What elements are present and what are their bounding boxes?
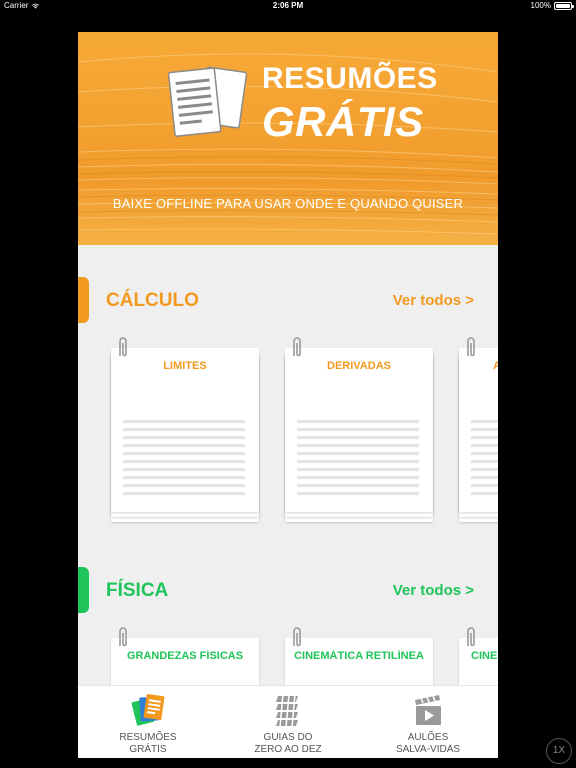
section-accent-bar (78, 277, 89, 323)
document-stack-icon (167, 66, 248, 137)
clock: 2:06 PM (272, 1, 304, 10)
tab-resumoes-gratis[interactable]: RESUMÕES GRÁTIS (78, 686, 218, 758)
tab-label: GUIAS DO ZERO AO DEZ (254, 732, 322, 755)
paperclip-icon (467, 337, 475, 357)
card-title: GRANDEZAS FÍSICAS (126, 650, 244, 662)
tab-label: AULÕES SALVA-VIDAS (395, 732, 461, 755)
paperclip-icon (467, 627, 475, 647)
card-title: CINEMÁTICA RETILÍNEA (294, 650, 424, 662)
card-text-lines (297, 420, 419, 500)
see-all-link[interactable]: Ver todos > (393, 292, 474, 309)
section-title: CÁLCULO (106, 290, 199, 311)
section-title: FÍSICA (106, 580, 169, 601)
card-sheet: DERIVADAS (285, 348, 433, 512)
hero-title-line2: GRÁTIS (262, 98, 424, 145)
app-window: RESUMÕES GRÁTIS BAIXE OFFLINE PARA USAR … (78, 32, 498, 758)
card-sheet: A (459, 348, 498, 512)
hero-banner: RESUMÕES GRÁTIS BAIXE OFFLINE PARA USAR … (78, 32, 498, 245)
card-text-lines (471, 420, 498, 500)
hero-subtitle: BAIXE OFFLINE PARA USAR ONDE E QUANDO QU… (112, 196, 464, 211)
card-sheet: LIMITES (111, 348, 259, 512)
card-title: A (493, 360, 498, 372)
tab-label: RESUMÕES GRÁTIS (119, 732, 177, 755)
guides-icon (276, 693, 298, 728)
section-accent-bar (78, 567, 89, 613)
battery-percent: 100% (530, 1, 551, 10)
tab-auloes-salva-vidas[interactable]: AULÕES SALVA-VIDAS (358, 686, 498, 758)
paperclip-icon (293, 337, 301, 357)
battery-icon (554, 1, 574, 10)
card-title: LIMITES (163, 360, 207, 372)
hero-title-line1: RESUMÕES (262, 62, 438, 95)
paperclip-icon (293, 627, 301, 647)
card-title: CINE (471, 650, 498, 662)
zoom-toggle-button[interactable]: 1X (546, 738, 572, 764)
card-text-lines (123, 420, 245, 500)
see-all-link[interactable]: Ver todos > (393, 582, 474, 599)
video-icon (415, 695, 441, 725)
status-bar: Carrier 2:06 PM 100% (0, 0, 576, 12)
bottom-tab-bar: RESUMÕES GRÁTIS GUIAS DO ZERO AO DEZ AUL… (78, 685, 498, 758)
tab-guias-do-zero-ao-dez[interactable]: GUIAS DO ZERO AO DEZ (218, 686, 358, 758)
card-title: DERIVADAS (327, 360, 391, 372)
paperclip-icon (119, 627, 127, 647)
paperclip-icon (119, 337, 127, 357)
battery-info: 100% (530, 1, 574, 10)
summaries-icon (131, 693, 165, 726)
